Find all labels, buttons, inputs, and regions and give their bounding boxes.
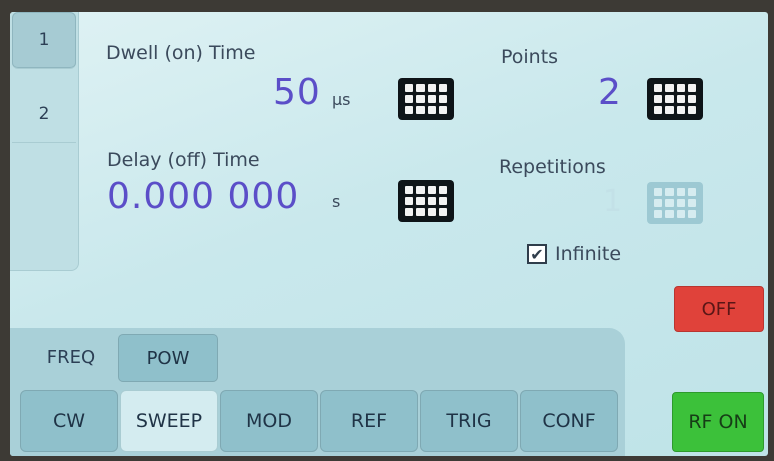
delay-time-label: Delay (off) Time [107,149,260,171]
points-keypad-icon[interactable] [647,78,703,120]
off-button[interactable]: OFF [674,286,764,332]
dwell-keypad-icon[interactable] [398,78,454,120]
channel-tab-2[interactable]: 2 [12,86,76,143]
tab-sweep[interactable]: SWEEP [120,390,218,452]
points-value[interactable]: 2 [598,72,622,113]
infinite-checkbox[interactable]: ✔ [527,244,547,264]
tab-cw[interactable]: CW [20,390,118,452]
delay-time-value[interactable]: 0.000 000 [107,176,299,217]
channel-panel: 1 2 [10,12,79,271]
tab-trig[interactable]: TRIG [420,390,518,452]
repetitions-value: 1 [603,184,624,219]
dwell-time-value[interactable]: 50 [273,72,321,113]
repetitions-keypad-icon [647,182,703,224]
dwell-time-unit: µs [332,90,351,109]
tab-ref[interactable]: REF [320,390,418,452]
rf-on-button[interactable]: RF ON [672,392,764,452]
tab-freq[interactable]: FREQ [26,334,116,380]
tab-mod[interactable]: MOD [220,390,318,452]
tab-conf[interactable]: CONF [520,390,618,452]
repetitions-label: Repetitions [499,156,606,178]
points-label: Points [501,46,559,68]
dwell-time-label: Dwell (on) Time [106,42,256,64]
channel-tab-1[interactable]: 1 [12,12,76,69]
delay-time-unit: s [332,192,341,211]
delay-keypad-icon[interactable] [398,180,454,222]
infinite-label: Infinite [555,243,622,265]
tab-pow[interactable]: POW [118,334,218,382]
instrument-screen: 1 2 Dwell (on) Time 50 µs Points 2 Delay… [10,12,768,456]
